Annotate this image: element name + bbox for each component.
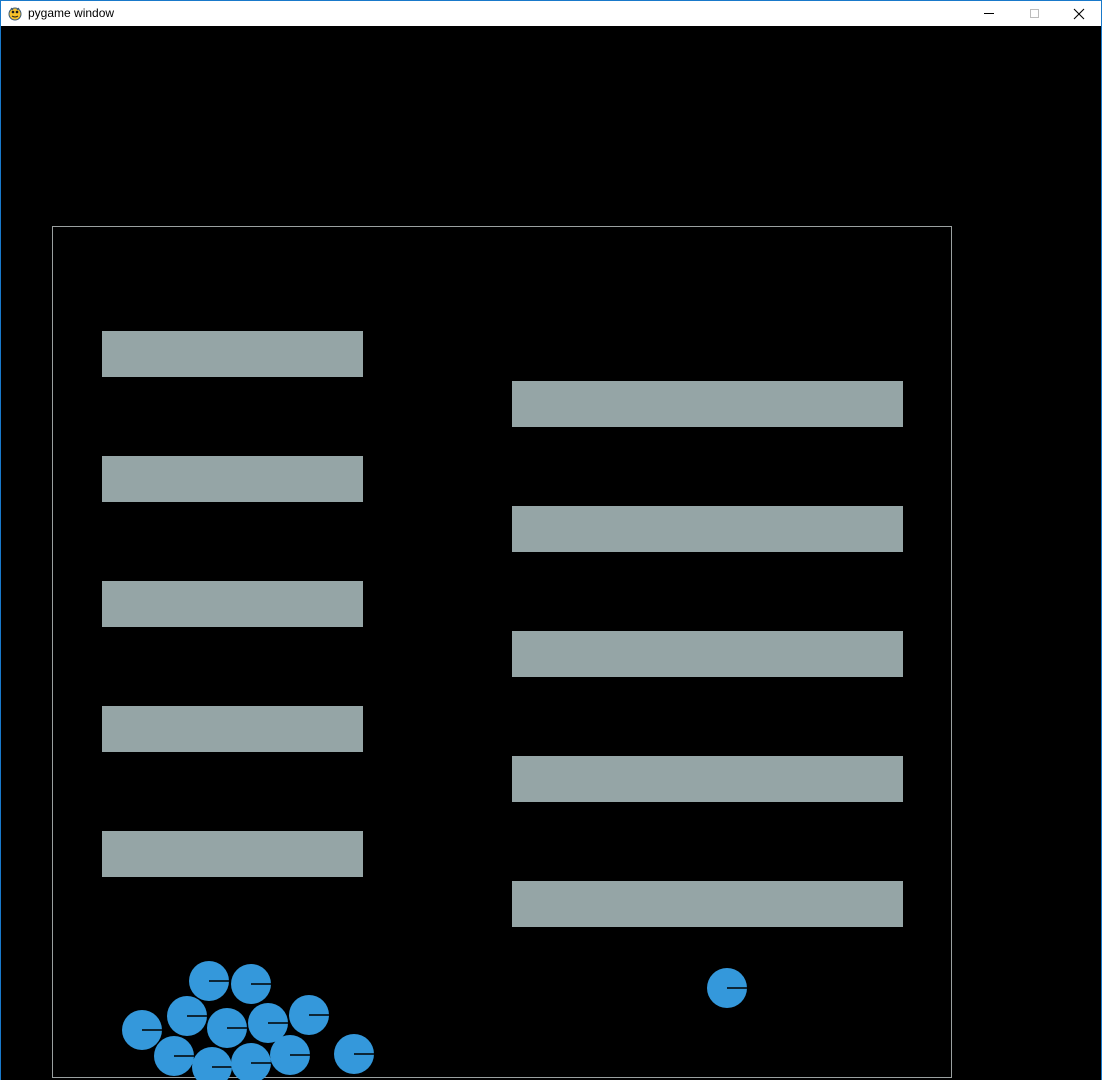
platform-right-1 xyxy=(512,381,903,427)
agent xyxy=(231,1043,271,1080)
platform-right-5 xyxy=(512,881,903,927)
agent xyxy=(231,964,271,1004)
platform-right-3 xyxy=(512,631,903,677)
agent xyxy=(707,968,747,1008)
platform-left-3 xyxy=(102,581,363,627)
window-title: pygame window xyxy=(28,6,115,20)
maximize-icon xyxy=(1029,9,1039,18)
minimize-icon xyxy=(984,13,994,14)
game-scene xyxy=(52,226,952,1080)
platform-left-1 xyxy=(102,331,363,377)
agent xyxy=(207,1008,247,1048)
maximize-button[interactable] xyxy=(1011,1,1057,26)
game-canvas[interactable] xyxy=(1,26,1101,1080)
agent xyxy=(122,1010,162,1050)
agent xyxy=(167,996,207,1036)
agent xyxy=(192,1047,232,1080)
platform-left-2 xyxy=(102,456,363,502)
agent xyxy=(334,1034,374,1074)
title-bar[interactable]: pygame window xyxy=(1,0,1101,26)
game-window: pygame window xyxy=(0,0,1102,1080)
platform-right-4 xyxy=(512,756,903,802)
minimize-button[interactable] xyxy=(966,1,1012,26)
platform-left-4 xyxy=(102,706,363,752)
agent xyxy=(154,1036,194,1076)
platform-right-2 xyxy=(512,506,903,552)
close-icon xyxy=(1073,8,1085,19)
agent xyxy=(289,995,329,1035)
platform-left-5 xyxy=(102,831,363,877)
agent xyxy=(270,1035,310,1075)
close-button[interactable] xyxy=(1056,1,1102,26)
agent xyxy=(189,961,229,1001)
pygame-snake-icon xyxy=(8,7,22,21)
